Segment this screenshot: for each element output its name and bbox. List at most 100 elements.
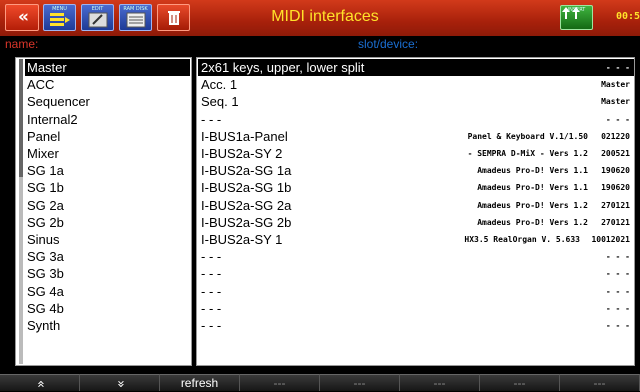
device-list-row[interactable]: I-BUS1a-Panel Panel & Keyboard V.1/1.50 02…: [198, 128, 634, 145]
device-name: - - -: [201, 249, 222, 265]
interface-list-item[interactable]: Synth: [27, 317, 189, 334]
device-list-row[interactable]: I-BUS2a-SG 2b Amadeus Pro-D! Vers 1.2 2701…: [198, 214, 634, 231]
device-name: - - -: [201, 300, 222, 316]
trash-icon: [167, 11, 180, 25]
insert-caption: INSERT: [567, 7, 586, 13]
device-slot: Master: [601, 80, 630, 90]
device-name: I-BUS2a-SY 2: [201, 146, 283, 161]
top-bar: « MENU EDIT RAM DISK MIDI interfaces INS…: [0, 0, 640, 36]
device-version-info: Amadeus Pro-D! Vers 1.2: [477, 200, 588, 210]
device-slot: 021220: [601, 131, 630, 141]
back-button[interactable]: «: [5, 4, 39, 31]
device-list-row[interactable]: I-BUS2a-SY 2 - SEMPRA D-MiX - Vers 1.2 200…: [198, 145, 634, 162]
device-version-info: HX3.5 RealOrgan V. 5.633: [464, 235, 580, 244]
refresh-button[interactable]: refresh: [160, 374, 240, 391]
device-list-row[interactable]: 2x61 keys, upper, lower split - - -: [198, 59, 634, 76]
device-name: I-BUS2a-SG 1b: [201, 180, 292, 196]
device-slot: - - -: [605, 321, 630, 330]
back-icon: «: [18, 7, 29, 27]
device-list-row[interactable]: I-BUS2a-SG 1a Amadeus Pro-D! Vers 1.1 1906…: [198, 162, 634, 179]
device-list-row[interactable]: - - -- - -: [198, 283, 634, 300]
delete-button[interactable]: [157, 4, 190, 31]
scroll-down-button[interactable]: »: [80, 374, 160, 391]
device-slot: - - -: [605, 252, 630, 262]
device-version-info: Panel & Keyboard V.1/1.50: [467, 131, 588, 141]
device-name: Acc. 1: [201, 77, 238, 93]
interface-list-item[interactable]: ACC: [27, 76, 189, 93]
interface-list-item[interactable]: Sequencer: [27, 93, 189, 110]
interface-list-item[interactable]: Master: [25, 59, 190, 76]
device-version-info: Amadeus Pro-D! Vers 1.1: [477, 166, 588, 176]
bottom-bar: « » refresh --- --- --- --- ---: [0, 374, 640, 391]
pencil-icon: [88, 12, 107, 28]
device-name: I-BUS2a-SG 2a: [201, 197, 292, 213]
name-header: name:: [5, 37, 39, 51]
interface-list-item[interactable]: Internal2: [27, 111, 189, 128]
softkey-8[interactable]: ---: [560, 374, 640, 391]
device-slot: - - -: [605, 114, 630, 124]
edit-button[interactable]: EDIT: [81, 4, 114, 31]
interface-list-item[interactable]: SG 4a: [27, 283, 189, 300]
softkey-6[interactable]: ---: [400, 374, 480, 391]
page-title: MIDI interfaces: [271, 8, 379, 25]
device-list-row[interactable]: I-BUS2a-SG 2a Amadeus Pro-D! Vers 1.2 2701…: [198, 197, 634, 214]
device-list-row[interactable]: Acc. 1 Master: [198, 76, 634, 93]
device-slot: 270121: [601, 200, 630, 210]
device-version-info: Amadeus Pro-D! Vers 1.2: [477, 217, 588, 227]
device-name: 2x61 keys, upper, lower split: [201, 60, 365, 75]
device-name: I-BUS2a-SG 1a: [201, 163, 292, 179]
interface-list-item[interactable]: SG 2b: [27, 214, 189, 231]
device-list-row[interactable]: - - -- - -: [198, 317, 634, 334]
scroll-up-button[interactable]: «: [0, 374, 80, 391]
device-list-row[interactable]: I-BUS2a-SY 1 HX3.5 RealOrgan V. 5.633 1001…: [198, 231, 634, 248]
softkey-7[interactable]: ---: [480, 374, 560, 391]
device-name: - - -: [201, 111, 222, 127]
device-slot: 190620: [601, 166, 630, 176]
device-slot: 270121: [601, 217, 630, 227]
device-version-info: - SEMPRA D-MiX - Vers 1.2: [467, 149, 588, 158]
double-chevron-up-icon: «: [32, 380, 48, 388]
double-chevron-down-icon: »: [112, 380, 128, 388]
softkey-5[interactable]: ---: [320, 374, 400, 391]
device-name: Seq. 1: [201, 94, 239, 110]
device-slot: - - -: [605, 286, 630, 296]
interface-list-item[interactable]: Sinus: [27, 231, 189, 248]
ram-disk-icon: [126, 12, 145, 28]
menu-icon: [49, 13, 70, 26]
device-slot: 10012021: [591, 235, 630, 244]
device-slot: 200521: [601, 149, 630, 158]
device-list-row[interactable]: - - -- - -: [198, 265, 634, 282]
insert-button[interactable]: INSERT: [560, 5, 593, 30]
interface-list-item[interactable]: SG 3a: [27, 248, 189, 265]
device-name: - - -: [201, 266, 222, 282]
device-list-row[interactable]: Seq. 1 Master: [198, 93, 634, 110]
device-name: I-BUS1a-Panel: [201, 128, 288, 144]
interface-list-item[interactable]: SG 2a: [27, 197, 189, 214]
device-list-row[interactable]: - - -- - -: [198, 248, 634, 265]
left-scrollbar-thumb[interactable]: [19, 59, 23, 177]
interface-list-item[interactable]: SG 4b: [27, 300, 189, 317]
clock: 00:5: [616, 11, 640, 22]
device-name: I-BUS2a-SY 1: [201, 232, 283, 247]
device-version-info: Amadeus Pro-D! Vers 1.1: [477, 183, 588, 193]
device-list-row[interactable]: - - -- - -: [198, 300, 634, 317]
interface-list-item[interactable]: Mixer: [27, 145, 189, 162]
interface-list-item[interactable]: SG 3b: [27, 265, 189, 282]
menu-button[interactable]: MENU: [43, 4, 76, 31]
device-slot: - - -: [605, 269, 630, 279]
device-slot: - - -: [605, 303, 630, 313]
device-list-row[interactable]: I-BUS2a-SG 1b Amadeus Pro-D! Vers 1.1 1906…: [198, 179, 634, 196]
interface-list-item[interactable]: SG 1b: [27, 179, 189, 196]
ram-disk-button[interactable]: RAM DISK: [119, 4, 152, 31]
device-name: - - -: [201, 283, 222, 299]
device-name: I-BUS2a-SG 2b: [201, 214, 292, 230]
device-name: - - -: [201, 318, 222, 333]
device-slot: Master: [601, 97, 630, 107]
interface-list-item[interactable]: SG 1a: [27, 162, 189, 179]
device-slot: 190620: [601, 183, 630, 193]
slot-device-header: slot/device:: [358, 37, 419, 51]
softkey-4[interactable]: ---: [240, 374, 320, 391]
interface-list-item[interactable]: Panel: [27, 128, 189, 145]
device-slot: - - -: [605, 63, 630, 72]
device-list-row[interactable]: - - -- - -: [198, 111, 634, 128]
